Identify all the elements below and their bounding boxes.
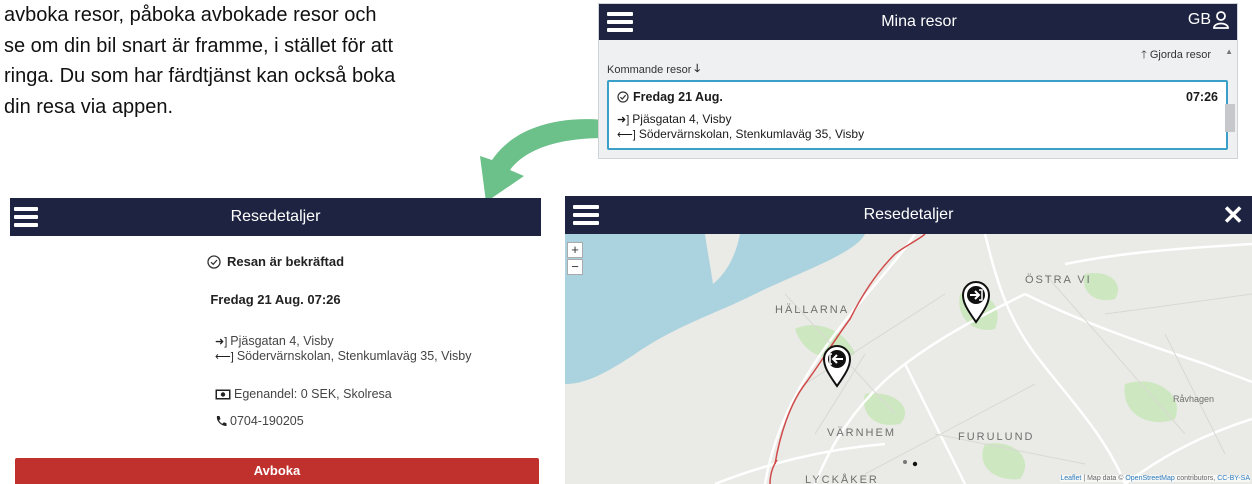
trip-time: 07:26 (1186, 90, 1218, 104)
arrow-up-icon: 🡑 (1141, 49, 1147, 61)
trip-from: ➜] Pjäsgatan 4, Visby (215, 334, 334, 348)
map-label: LYCKÅKER (805, 474, 879, 484)
map-view[interactable]: + − HÄLLARNA ÖSTRA VI Råvhagen VÄRNHEM F… (565, 233, 1252, 484)
from-address: Pjäsgatan 4, Visby (632, 112, 732, 126)
trip-to: ⟵] Södervärnskolan, Stenkumlaväg 35, Vis… (617, 127, 864, 141)
trip-fee: Egenandel: 0 SEK, Skolresa (215, 387, 392, 401)
page-title: Resedetaljer (863, 206, 954, 223)
intro-line: ringa. Du som har färdtjänst kan också b… (4, 65, 396, 87)
trip-status: Resan är bekräftad (10, 254, 541, 269)
page-title: Mina resor (881, 13, 957, 30)
trip-to: ⟵] Södervärnskolan, Stenkumlaväg 35, Vis… (215, 349, 471, 363)
attribution-text: | Map data © (1081, 475, 1126, 482)
osm-link[interactable]: OpenStreetMap (1125, 475, 1174, 482)
fee-text: Egenandel: 0 SEK, Skolresa (234, 387, 392, 401)
pickup-pin-icon[interactable] (822, 344, 852, 388)
arrow-down-icon: 🡓 (694, 63, 701, 75)
license-link[interactable]: CC-BY-SA (1217, 475, 1250, 482)
map-tiles (565, 233, 1252, 484)
user-icon (1213, 11, 1229, 29)
status-text: Resan är bekräftad (226, 254, 345, 269)
trips-header: Mina resor GB (599, 4, 1237, 40)
language-label: GB (1187, 11, 1211, 28)
zoom-out-button[interactable]: − (567, 259, 583, 275)
sign-in-icon: ➜] (617, 113, 630, 126)
sign-out-icon: ⟵] (215, 350, 234, 363)
tab-past-trips[interactable]: 🡑 Gjorda resor (1141, 46, 1211, 65)
intro-line: avboka resor, påboka avbokade resor och (4, 4, 377, 26)
trip-card[interactable]: Fredag 21 Aug. 07:26 ➜] Pjäsgatan 4, Vis… (607, 80, 1228, 150)
tab-label: Kommande resor (607, 63, 692, 76)
money-icon (215, 389, 231, 399)
trip-from: ➜] Pjäsgatan 4, Visby (617, 112, 731, 126)
trip-date-row: Fredag 21 Aug. (617, 90, 723, 104)
phone-number: 0704-190205 (230, 414, 304, 428)
trip-phone: 0704-190205 (215, 414, 304, 428)
map-label: ÖSTRA VI (1025, 274, 1092, 286)
menu-icon[interactable] (573, 205, 599, 225)
map-screen: Resedetaljer ✕ + − HÄLLARNA ÖSTRA VI Råv… (565, 196, 1252, 484)
cancel-button[interactable]: Avboka (15, 458, 539, 484)
leaflet-link[interactable]: Leaflet (1060, 475, 1081, 482)
intro-line: se om din bil snart är framme, i stället… (4, 34, 394, 57)
to-address: Södervärnskolan, Stenkumlaväg 35, Visby (638, 127, 865, 141)
phone-icon (216, 416, 227, 426)
from-address: Pjäsgatan 4, Visby (230, 334, 334, 348)
attribution-text: contributors, (1174, 475, 1218, 482)
check-circle-icon (207, 254, 221, 269)
details-screen: Resedetaljer Resan är bekräftad Fredag 2… (10, 198, 541, 484)
scrollbar-thumb[interactable] (1225, 104, 1235, 132)
dropoff-pin-icon[interactable] (961, 280, 991, 324)
map-label: Råvhagen (1173, 394, 1215, 404)
menu-icon[interactable] (14, 207, 38, 227)
check-circle-icon (617, 91, 629, 103)
trip-tabs: 🡑 Gjorda resor ▲ Kommande resor 🡓 (599, 46, 1237, 79)
sign-out-icon: ⟵] (617, 128, 636, 141)
zoom-in-button[interactable]: + (567, 242, 583, 258)
close-icon[interactable]: ✕ (1222, 200, 1244, 231)
scroll-up-icon[interactable]: ▲ (1225, 47, 1233, 56)
language-user-control[interactable]: GB (1188, 11, 1229, 29)
trips-screen: Mina resor GB 🡑 Gjorda resor ▲ Kommande … (598, 3, 1238, 159)
map-label: FURULUND (958, 431, 1035, 443)
page-title: Resedetaljer (230, 208, 321, 225)
trip-date: Fredag 21 Aug. (633, 90, 723, 104)
tab-coming-trips[interactable]: Kommande resor 🡓 (607, 60, 700, 79)
map-label: HÄLLARNA (775, 304, 850, 316)
map-label: VÄRNHEM (827, 427, 897, 439)
to-address: Södervärnskolan, Stenkumlaväg 35, Visby (236, 349, 472, 363)
sign-in-icon: ➜] (215, 335, 228, 348)
map-header: Resedetaljer ✕ (565, 196, 1252, 234)
menu-icon[interactable] (607, 12, 633, 32)
tab-label: Gjorda resor (1149, 49, 1211, 61)
curved-arrow-icon (480, 119, 605, 202)
map-attribution: Leaflet | Map data © OpenStreetMap contr… (1060, 475, 1250, 482)
trip-datetime: Fredag 21 Aug. 07:26 (210, 292, 341, 307)
details-header: Resedetaljer (10, 198, 541, 236)
